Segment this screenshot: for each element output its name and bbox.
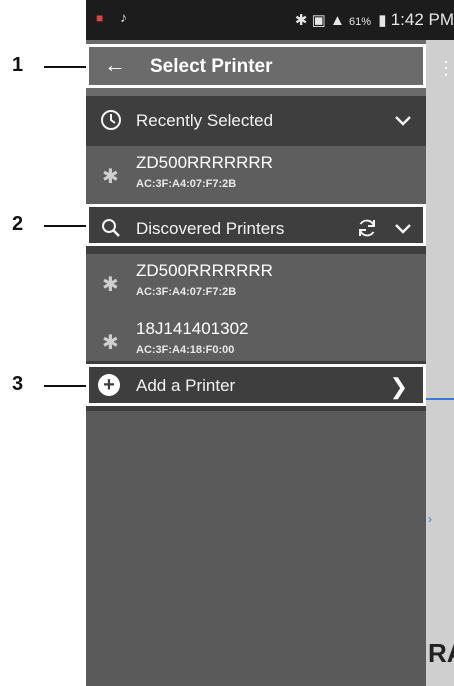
wifi-icon: ▲: [330, 12, 345, 29]
callout-1: 1: [12, 54, 24, 76]
printer-mac: AC:3F:A4:07:F7:2B: [136, 286, 237, 298]
clock-time: 1:42 PM: [390, 10, 454, 29]
battery-icon: ▮: [378, 12, 387, 29]
callout-frame-discovered: [86, 204, 426, 246]
callout-frame-toolbar: [86, 44, 426, 88]
discovered-printer-item[interactable]: ✱ ZD500RRRRRRR AC:3F:A4:07:F7:2B: [86, 254, 426, 313]
bluetooth-icon: ✱: [102, 274, 119, 296]
background-app: ⋮ › RA: [426, 40, 454, 686]
kebab-menu-icon[interactable]: ⋮: [437, 58, 454, 79]
callout-line-3: [44, 385, 88, 387]
signal-icon: ♪: [120, 9, 127, 25]
printer-mac: AC:3F:A4:07:F7:2B: [136, 178, 237, 190]
clock-icon: [101, 110, 121, 130]
callout-line-2: [44, 225, 88, 227]
recent-printer-item[interactable]: ✱ ZD500RRRRRRR AC:3F:A4:07:F7:2B: [86, 146, 426, 205]
background-divider: [426, 398, 454, 400]
printer-name: 18J141401302: [136, 319, 249, 338]
callout-3: 3: [12, 373, 24, 395]
callout-frame-add: [86, 364, 426, 406]
chevron-down-icon[interactable]: [394, 112, 412, 130]
notification-icon: ■: [96, 11, 104, 25]
recently-selected-label: Recently Selected: [136, 111, 274, 130]
recently-selected-header[interactable]: Recently Selected: [86, 96, 426, 146]
printer-name: ZD500RRRRRRR: [136, 153, 273, 172]
bluetooth-icon: ✱: [102, 166, 119, 188]
bluetooth-status-icon: ✱: [294, 12, 308, 29]
printer-name: ZD500RRRRRRR: [136, 261, 273, 280]
status-bar: ■ ♪ ✱ ▣ ▲ 61% ▮ 1:42 PM: [86, 0, 454, 40]
battery-percent: 61%: [349, 16, 372, 28]
nfc-icon: ▣: [311, 12, 326, 29]
printer-drawer: ← Select Printer Recently Selected ✱ ZD5…: [86, 40, 426, 686]
status-right: ✱ ▣ ▲ 61% ▮ 1:42 PM: [295, 10, 454, 30]
phone-screen: ■ ♪ ✱ ▣ ▲ 61% ▮ 1:42 PM ← Select Printer…: [86, 0, 454, 686]
callout-line-1: [44, 66, 88, 68]
printer-mac: AC:3F:A4:18:F0:00: [136, 344, 235, 356]
background-arrow-icon: ›: [428, 512, 432, 526]
background-logo-text: RA: [428, 638, 454, 668]
bluetooth-icon: ✱: [102, 332, 119, 354]
callout-2: 2: [12, 213, 24, 235]
